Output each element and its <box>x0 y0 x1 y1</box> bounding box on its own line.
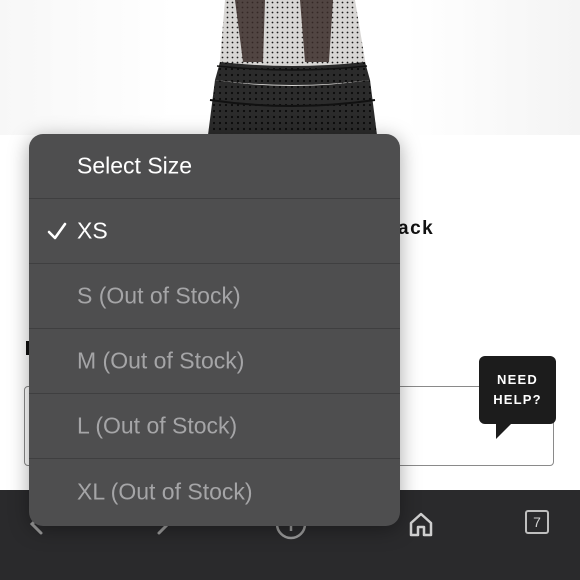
size-option-label: S (Out of Stock) <box>77 282 241 309</box>
product-title: ack <box>398 218 435 239</box>
size-option-xl[interactable]: XL (Out of Stock) <box>29 459 400 524</box>
size-option-xs[interactable]: XS <box>29 199 400 264</box>
tabs-count-icon[interactable]: 7 <box>525 510 549 534</box>
size-dropdown-menu: Select Size XS S (Out of Stock) M (Out o… <box>29 134 400 526</box>
size-option-l[interactable]: L (Out of Stock) <box>29 394 400 459</box>
need-help-tail <box>496 423 512 439</box>
product-image <box>0 0 580 135</box>
dress-photo <box>208 0 377 135</box>
home-icon[interactable] <box>407 510 435 538</box>
size-option-m[interactable]: M (Out of Stock) <box>29 329 400 394</box>
checkmark-icon <box>47 222 67 240</box>
product-page: ack NEED HELP? 7 Select Size XS S (Out o… <box>0 0 580 580</box>
size-option-label: L (Out of Stock) <box>77 412 238 439</box>
size-option-label: XS <box>77 217 108 244</box>
size-menu-header-label: Select Size <box>77 152 193 179</box>
size-option-label: M (Out of Stock) <box>77 347 245 374</box>
size-option-label: XL (Out of Stock) <box>77 478 253 504</box>
need-help-button[interactable]: NEED HELP? <box>479 356 556 424</box>
size-option-s[interactable]: S (Out of Stock) <box>29 264 400 329</box>
size-menu-header: Select Size <box>29 134 400 199</box>
